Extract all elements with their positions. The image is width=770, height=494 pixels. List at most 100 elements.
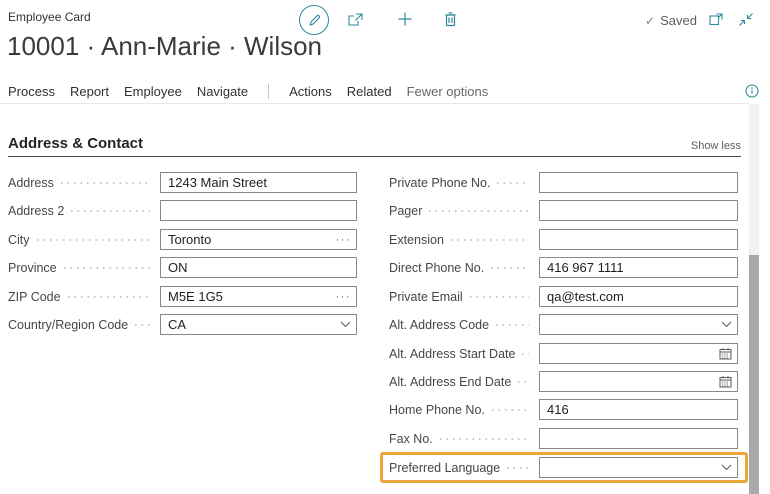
country-region-code-input[interactable] [161, 316, 338, 333]
dotted-leader [492, 409, 529, 411]
assist-edit-icon[interactable]: ··· [334, 235, 357, 245]
field-row-alt-address-end-date: Alt. Address End Date [389, 371, 738, 392]
city-input[interactable] [161, 231, 334, 248]
pager-input[interactable] [540, 202, 737, 219]
collapse-button[interactable] [738, 12, 754, 27]
menu-divider-line [0, 103, 749, 104]
fax-no-field [539, 428, 738, 449]
chevron-down-icon[interactable] [338, 321, 356, 328]
field-label: Address 2 [8, 204, 64, 218]
direct-phone-no-field [539, 257, 738, 278]
field-label: Alt. Address Code [389, 318, 489, 332]
field-row-alt-address-code: Alt. Address Code [389, 314, 738, 335]
chevron-down-icon[interactable] [719, 464, 737, 471]
field-label: Extension [389, 233, 444, 247]
menu-process[interactable]: Process [8, 84, 55, 99]
field-label: Fax No. [389, 432, 433, 446]
zip-code-field: ··· [160, 286, 357, 307]
extension-input[interactable] [540, 231, 737, 248]
chevron-down-icon[interactable] [719, 321, 737, 328]
dotted-leader [429, 210, 529, 212]
alt-address-code-input[interactable] [540, 316, 719, 333]
private-email-input[interactable] [540, 288, 737, 305]
field-label: Alt. Address End Date [389, 375, 511, 389]
private-phone-no-field [539, 172, 738, 193]
field-label: Home Phone No. [389, 403, 485, 417]
vertical-scrollbar[interactable] [749, 104, 759, 494]
field-row-direct-phone-no: Direct Phone No. [389, 257, 738, 278]
saved-label: Saved [660, 13, 697, 28]
dotted-leader [135, 324, 150, 326]
dotted-leader [507, 467, 529, 469]
popout-button[interactable] [708, 12, 724, 27]
menu-report[interactable]: Report [70, 84, 109, 99]
calendar-icon[interactable] [717, 347, 737, 360]
field-label: Preferred Language [389, 461, 500, 475]
pencil-icon [307, 13, 322, 28]
field-row-city: City ··· [8, 229, 357, 250]
field-row-home-phone-no: Home Phone No. [389, 399, 738, 420]
alt-address-end-date-input[interactable] [540, 373, 717, 390]
field-row-province: Province [8, 257, 357, 278]
checkmark-icon: ✓ [645, 14, 655, 28]
city-field: ··· [160, 229, 357, 250]
menu-employee[interactable]: Employee [124, 84, 182, 99]
field-label: Pager [389, 204, 422, 218]
alt-address-code-field [539, 314, 738, 335]
zip-code-input[interactable] [161, 288, 334, 305]
direct-phone-no-input[interactable] [540, 259, 737, 276]
fewer-options-button[interactable]: Fewer options [407, 84, 489, 99]
field-row-private-phone-no: Private Phone No. [389, 172, 738, 193]
alt-address-start-date-input[interactable] [540, 345, 717, 362]
field-row-address: Address [8, 172, 357, 193]
dotted-leader [61, 182, 150, 184]
address-2-field [160, 200, 357, 221]
field-row-fax-no: Fax No. [389, 428, 738, 449]
home-phone-no-field [539, 399, 738, 420]
dotted-leader [497, 182, 529, 184]
show-less-link[interactable]: Show less [691, 140, 741, 152]
dotted-leader [64, 267, 150, 269]
employee-card-page: Employee Card 10001 · Ann-Marie · Wilson [0, 0, 770, 494]
share-button[interactable] [347, 11, 365, 28]
address-field [160, 172, 357, 193]
dotted-leader [71, 210, 150, 212]
private-phone-no-input[interactable] [540, 174, 737, 191]
assist-edit-icon[interactable]: ··· [334, 292, 357, 302]
field-label: City [8, 233, 30, 247]
private-email-field [539, 286, 738, 307]
info-button[interactable] [745, 84, 759, 98]
dotted-leader [470, 296, 529, 298]
province-field [160, 257, 357, 278]
field-row-country-region-code: Country/Region Code [8, 314, 357, 335]
fax-no-input[interactable] [540, 430, 737, 447]
menu-related[interactable]: Related [347, 84, 392, 99]
action-bar: Process Report Employee Navigate Actions… [8, 82, 488, 100]
scrollbar-thumb[interactable] [749, 255, 759, 494]
field-label: Address [8, 176, 54, 190]
section-title: Address & Contact [8, 135, 143, 152]
plus-icon [397, 11, 413, 27]
field-label: Alt. Address Start Date [389, 347, 515, 361]
field-label: Country/Region Code [8, 318, 128, 332]
menu-actions[interactable]: Actions [289, 84, 332, 99]
address-2-input[interactable] [161, 202, 356, 219]
pager-field [539, 200, 738, 221]
edit-button[interactable] [299, 5, 329, 35]
calendar-icon[interactable] [717, 375, 737, 388]
province-input[interactable] [161, 259, 356, 276]
home-phone-no-input[interactable] [540, 401, 737, 418]
delete-button[interactable] [443, 11, 458, 27]
extension-field [539, 229, 738, 250]
menu-navigate[interactable]: Navigate [197, 84, 248, 99]
address-input[interactable] [161, 174, 356, 191]
new-button[interactable] [397, 11, 413, 27]
dotted-leader [522, 353, 529, 355]
field-row-private-email: Private Email [389, 286, 738, 307]
field-label: Province [8, 261, 57, 275]
trash-icon [443, 11, 458, 27]
page-title: 10001 · Ann-Marie · Wilson [7, 31, 322, 62]
dotted-leader [496, 324, 529, 326]
preferred-language-input[interactable] [540, 459, 719, 476]
menu-divider [268, 84, 269, 99]
